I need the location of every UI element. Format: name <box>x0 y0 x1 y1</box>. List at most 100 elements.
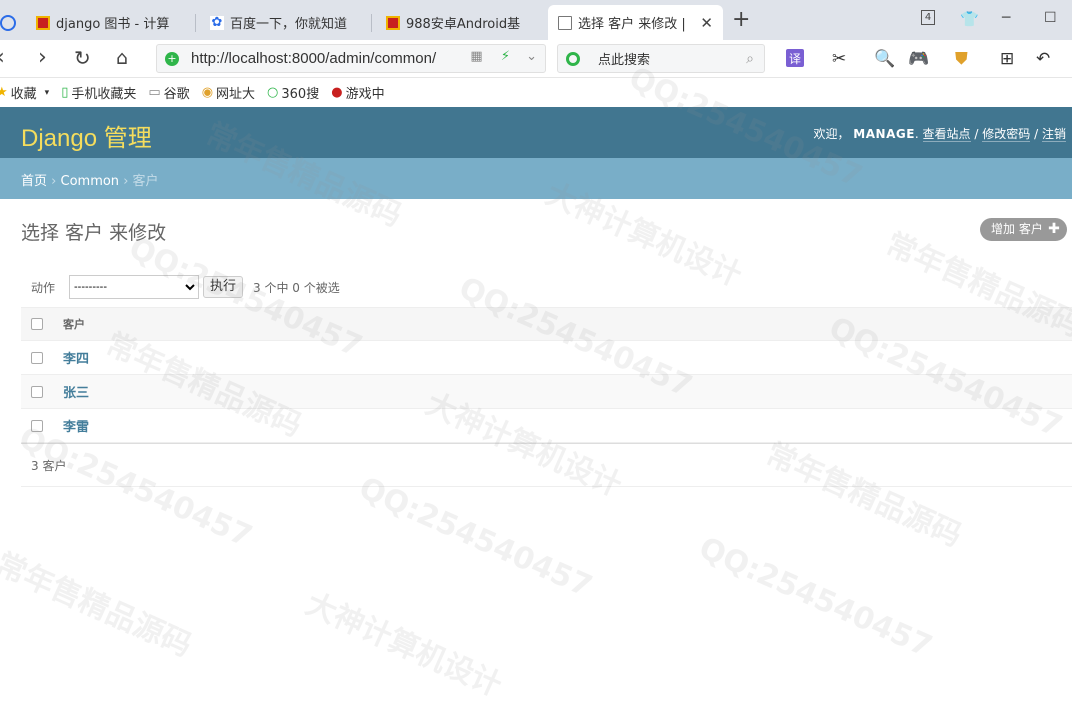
row-checkbox[interactable] <box>31 385 43 398</box>
minimize-icon[interactable]: ─ <box>1002 10 1010 26</box>
welcome-text: 欢迎， <box>813 127 850 141</box>
360-search-logo-icon <box>566 51 580 66</box>
tab-baidu[interactable]: ✿ 百度一下，你就知道 <box>200 5 372 40</box>
browser-logo-icon <box>0 5 20 40</box>
customer-link[interactable]: 张三 <box>63 382 89 401</box>
browser-tab-bar: django 图书 - 计算 ✿ 百度一下，你就知道 988安卓Android基… <box>0 0 1072 40</box>
home-icon[interactable]: ⌂ <box>116 46 128 70</box>
translate-icon[interactable]: 译 <box>786 49 804 67</box>
bookmark-label: 网址大 <box>216 87 256 102</box>
page-title: 选择 客户 来修改 <box>21 222 167 244</box>
change-password-link[interactable]: 修改密码 <box>982 127 1031 142</box>
separator: / <box>1034 127 1039 141</box>
django-favicon-icon <box>36 15 50 30</box>
result-list-table: 客户 李四 张三 李雷 <box>21 307 1072 443</box>
column-header-customer[interactable]: 客户 <box>63 316 85 332</box>
bookmark-favorites[interactable]: ★ 收藏 ▾ <box>0 83 49 102</box>
tab-count-badge[interactable]: 4 <box>921 10 935 25</box>
bookmark-label: 360搜 <box>281 87 320 102</box>
select-all-checkbox[interactable] <box>31 318 43 330</box>
customer-link[interactable]: 李雷 <box>63 416 89 435</box>
bookmark-google[interactable]: ▭ 谷歌 <box>148 83 189 102</box>
table-header-row: 客户 <box>21 307 1072 341</box>
bookmarks-bar: ★ 收藏 ▾ ▯ 手机收藏夹 ▭ 谷歌 ◉ 网址大 ○ 360搜 ● 游戏中 <box>0 78 1072 107</box>
apps-grid-icon[interactable]: ⊞ <box>1000 49 1014 69</box>
bookmark-360-search[interactable]: ○ 360搜 <box>267 83 319 102</box>
phone-icon: ▯ <box>61 85 69 100</box>
url-text[interactable]: http://localhost:8000/admin/common/ <box>191 50 436 67</box>
shield-coin-icon[interactable]: ⛊ <box>955 49 968 69</box>
row-checkbox[interactable] <box>31 351 43 364</box>
close-tab-icon[interactable]: ✕ <box>700 14 713 32</box>
selection-counter: 3 个中 0 个被选 <box>253 280 340 295</box>
add-button-label: 增加 客户 <box>991 222 1043 236</box>
chevron-down-icon[interactable]: ⌄ <box>526 49 537 64</box>
tab-django-books[interactable]: django 图书 - 计算 <box>26 5 196 40</box>
back-icon[interactable]: ‹ <box>0 46 5 70</box>
separator: / <box>974 127 979 141</box>
forward-icon[interactable]: › <box>38 46 47 70</box>
bookmark-label: 手机收藏夹 <box>71 87 137 102</box>
bookmark-url-directory[interactable]: ◉ 网址大 <box>202 83 255 102</box>
row-checkbox[interactable] <box>31 419 43 432</box>
view-site-link[interactable]: 查看站点 <box>922 127 971 142</box>
address-bar[interactable]: + http://localhost:8000/admin/common/ ▦ … <box>156 44 546 73</box>
skin-shirt-icon[interactable]: 👕 <box>960 10 979 28</box>
search-icon[interactable]: ⌕ <box>746 51 754 67</box>
qr-code-icon[interactable]: ▦ <box>470 49 482 64</box>
run-action-button[interactable]: 执行 <box>203 276 244 298</box>
tab-title: 988安卓Android基 <box>406 17 521 32</box>
address-tools: ▦ ⚡ ⌄ <box>470 49 537 64</box>
secure-shield-icon: + <box>165 51 179 66</box>
gamepad-icon[interactable]: 🎮 <box>908 49 929 69</box>
tab-title: 百度一下，你就知道 <box>230 17 348 32</box>
maximize-icon[interactable]: ☐ <box>1044 10 1057 26</box>
breadcrumb-separator: › <box>51 174 57 189</box>
chevron-down-icon: ▾ <box>44 87 50 98</box>
bookmark-mobile-favorites[interactable]: ▯ 手机收藏夹 <box>61 83 136 102</box>
breadcrumb-home[interactable]: 首页 <box>21 174 47 189</box>
admin-header: Django 管理 欢迎， MANAGE. 查看站点 / 修改密码 / 注销 <box>0 107 1072 158</box>
game-icon: ● <box>331 85 343 100</box>
search-icon: ○ <box>267 85 279 100</box>
actions-bar: 动作 --------- 执行 3 个中 0 个被选 <box>21 268 1072 306</box>
globe-icon: ◉ <box>201 85 214 100</box>
baidu-paw-icon: ✿ <box>210 14 224 30</box>
username: MANAGE <box>853 127 915 141</box>
search-box[interactable]: 点此搜索 ⌕ <box>557 44 765 73</box>
site-branding[interactable]: Django 管理 <box>21 118 152 153</box>
tab-title: 选择 客户 来修改 | <box>578 17 686 32</box>
browser-nav-bar: ‹ › ↻ ⌂ + http://localhost:8000/admin/co… <box>0 40 1072 78</box>
table-row: 李雷 <box>21 409 1072 443</box>
star-icon: ★ <box>0 85 8 100</box>
add-customer-button[interactable]: 增加 客户 ✚ <box>980 218 1067 241</box>
site-favicon-icon <box>386 15 400 30</box>
magnifier-icon[interactable]: 🔍 <box>874 49 895 69</box>
breadcrumb-app[interactable]: Common <box>61 174 120 189</box>
tab-select-customer[interactable]: 选择 客户 来修改 | ✕ <box>548 5 723 40</box>
reload-icon[interactable]: ↻ <box>74 46 91 70</box>
tab-title: django 图书 - 计算 <box>56 17 170 32</box>
page-icon: ▭ <box>148 85 161 100</box>
table-row: 张三 <box>21 375 1072 409</box>
bookmark-games[interactable]: ● 游戏中 <box>331 83 384 102</box>
plus-icon: ✚ <box>1048 221 1060 237</box>
tab-988-android[interactable]: 988安卓Android基 <box>376 5 546 40</box>
bookmark-label: 收藏 <box>10 87 37 102</box>
search-input[interactable]: 点此搜索 <box>598 49 650 68</box>
breadcrumb: 首页 › Common › 客户 <box>0 158 1072 199</box>
logout-link[interactable]: 注销 <box>1041 127 1066 142</box>
paginator: 3 客户 <box>21 443 1072 487</box>
table-row: 李四 <box>21 341 1072 375</box>
breadcrumb-separator: › <box>123 174 129 189</box>
user-tools: 欢迎， MANAGE. 查看站点 / 修改密码 / 注销 <box>813 127 1066 142</box>
action-select[interactable]: --------- <box>69 275 200 299</box>
bookmark-label: 游戏中 <box>345 87 385 102</box>
customer-link[interactable]: 李四 <box>63 348 89 367</box>
new-tab-button[interactable]: + <box>732 7 750 32</box>
undo-icon[interactable]: ↶ <box>1036 49 1050 69</box>
document-icon <box>558 15 572 30</box>
lightning-icon[interactable]: ⚡ <box>501 49 510 64</box>
actions-label: 动作 <box>31 280 56 295</box>
scissors-icon[interactable]: ✂ <box>832 49 846 69</box>
